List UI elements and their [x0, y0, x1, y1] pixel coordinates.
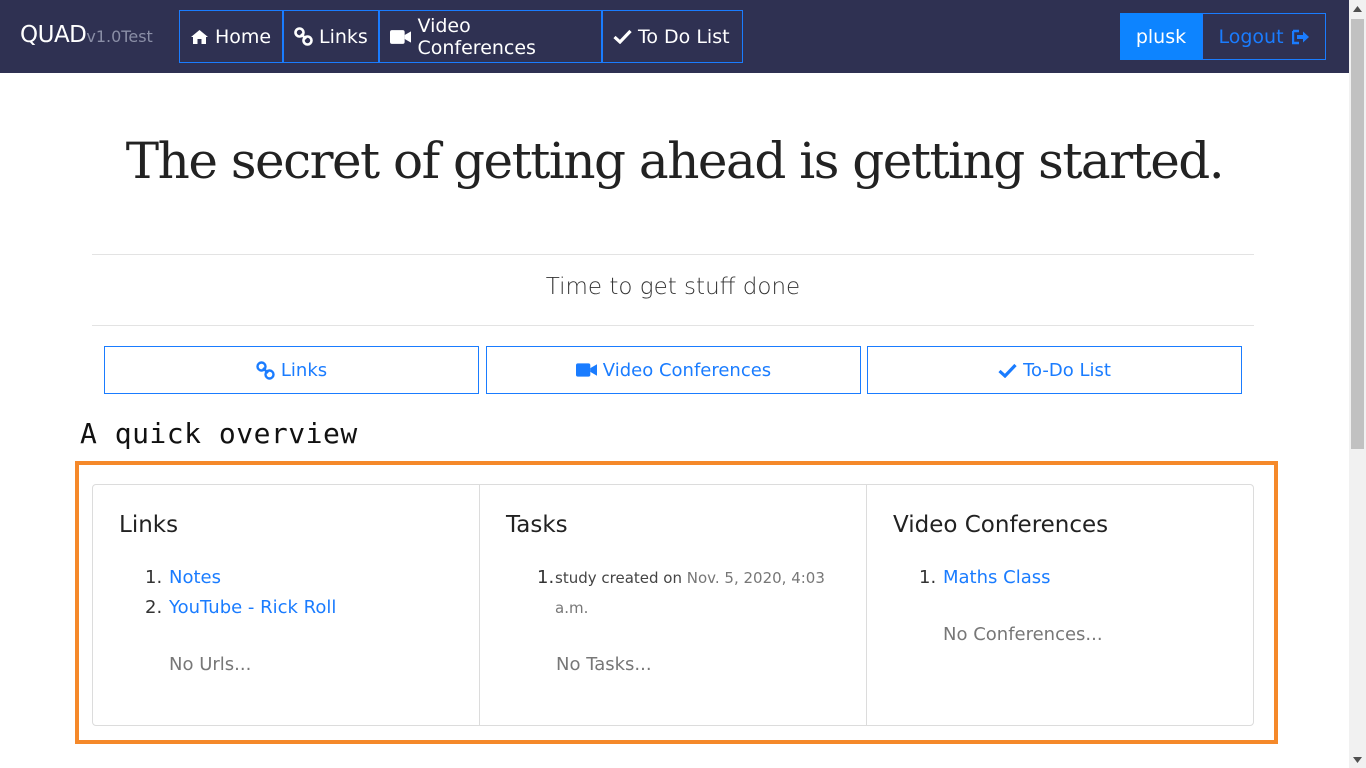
tasks-empty-message: No Tasks... [556, 654, 652, 675]
links-button-label: Links [280, 359, 328, 381]
list-number: 1. [145, 567, 163, 588]
scroll-down-arrow-icon[interactable] [1349, 751, 1366, 768]
todo-list-button[interactable]: To-Do List [867, 346, 1242, 394]
hero-lead: Time to get stuff done [545, 274, 801, 300]
top-navbar: QUADv1.0Test Home Links Video Conference… [0, 0, 1349, 73]
sign-out-icon [1291, 29, 1309, 44]
task-on-label: on [663, 569, 682, 587]
conferences-empty-message: No Conferences... [943, 624, 1103, 645]
video-conferences-button-label: Video Conferences [602, 359, 772, 381]
list-number: 1. [919, 567, 937, 588]
list-number: 2. [145, 597, 163, 618]
todo-list-button-label: To-Do List [1023, 359, 1111, 381]
scrollbar-thumb[interactable] [1351, 19, 1364, 449]
user-button[interactable]: plusk [1120, 13, 1202, 60]
list-number: 1. [537, 567, 555, 588]
list-item: 1. study created on Nov. 5, 2020, 4:03 a… [537, 563, 825, 623]
nav-home[interactable]: Home [179, 10, 283, 63]
divider-top [92, 254, 1254, 255]
tasks-card: Tasks 1. study created on Nov. 5, 2020, … [480, 485, 867, 725]
video-conferences-button[interactable]: Video Conferences [486, 346, 861, 394]
task-name: study [555, 569, 597, 587]
brand-logo[interactable]: QUADv1.0Test [20, 22, 153, 48]
links-card: Links 1. Notes 2. YouTube - Rick Roll No… [93, 485, 480, 725]
nav-video-conferences[interactable]: Video Conferences [379, 10, 602, 63]
tasks-list: 1. study created on Nov. 5, 2020, 4:03 a… [537, 563, 825, 623]
conference-maths-class[interactable]: Maths Class [943, 563, 1050, 593]
home-icon [191, 29, 208, 44]
list-item: 1. Maths Class [919, 563, 1050, 593]
video-conferences-card-title: Video Conferences [893, 512, 1109, 538]
video-conferences-card: Video Conferences 1. Maths Class No Conf… [867, 485, 1253, 725]
video-camera-icon [575, 363, 597, 377]
list-item: 2. YouTube - Rick Roll [145, 593, 336, 623]
hero-quote: The secret of getting ahead is getting s… [125, 132, 1225, 190]
nav-links-label: Links [319, 25, 368, 48]
overview-title: A quick overview [80, 417, 358, 450]
tasks-card-title: Tasks [506, 512, 568, 538]
divider-bottom [92, 325, 1254, 326]
check-icon [998, 363, 1017, 378]
check-icon [613, 29, 632, 44]
video-camera-icon [390, 29, 412, 44]
brand-version: v1.0Test [86, 27, 153, 46]
links-list: 1. Notes 2. YouTube - Rick Roll [145, 563, 336, 623]
links-button[interactable]: Links [104, 346, 479, 394]
nav-todo-list[interactable]: To Do List [602, 10, 743, 63]
link-youtube-rick-roll[interactable]: YouTube - Rick Roll [169, 593, 336, 623]
scroll-up-arrow-icon[interactable] [1349, 0, 1366, 17]
nav-home-label: Home [215, 25, 272, 48]
links-card-title: Links [119, 512, 179, 538]
link-icon [294, 27, 313, 46]
task-created-label: created [596, 569, 664, 587]
list-item: 1. Notes [145, 563, 336, 593]
link-notes[interactable]: Notes [169, 563, 221, 593]
logout-button[interactable]: Logout [1202, 13, 1326, 60]
link-icon [256, 360, 275, 380]
overview-card-group: Links 1. Notes 2. YouTube - Rick Roll No… [92, 484, 1254, 726]
task-text: study created on Nov. 5, 2020, 4:03 a.m. [555, 563, 825, 623]
logout-label: Logout [1218, 25, 1284, 48]
page-scrollbar[interactable] [1349, 0, 1366, 768]
nav-todo-list-label: To Do List [638, 25, 730, 48]
brand-name: QUAD [20, 22, 87, 48]
conferences-list: 1. Maths Class [919, 563, 1050, 593]
nav-links[interactable]: Links [283, 10, 379, 63]
links-empty-message: No Urls... [169, 654, 252, 675]
nav-video-conferences-label: Video Conferences [417, 14, 536, 59]
